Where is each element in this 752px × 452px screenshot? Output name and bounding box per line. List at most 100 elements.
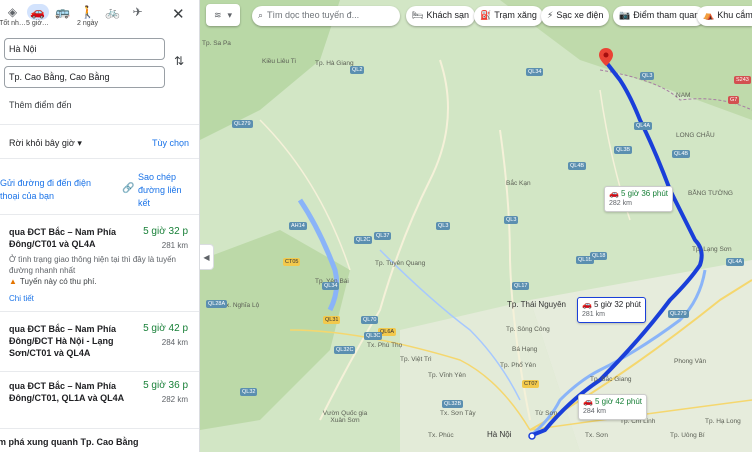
place-label: Tx. Sơn — [585, 432, 609, 439]
mode-bicycle[interactable]: 🚲 — [100, 4, 125, 29]
link-icon: 🔗 — [122, 183, 135, 194]
swap-icon[interactable]: ⇅ — [174, 54, 184, 68]
options-button[interactable]: Tùy chọn — [152, 138, 189, 148]
chip-attractions[interactable]: 📷 Điểm tham quan — [613, 6, 706, 26]
chip-hotels[interactable]: 🛏 Khách sạn — [406, 6, 475, 26]
search-along-route-input[interactable]: ⌕ Tìm dọc theo tuyến đ... — [252, 6, 400, 26]
road-shield: QL31 — [323, 316, 341, 324]
road-shield: CT05 — [283, 258, 301, 266]
chip-ev[interactable]: ⚡ Sạc xe điện — [541, 6, 610, 26]
road-shield: QL4B — [568, 162, 587, 170]
road-shield: QL3B — [614, 146, 633, 154]
route-distance: 284 km — [161, 338, 188, 347]
route-option-2[interactable]: qua ĐCT Bắc – Nam Phía Đông/ĐCT Hà Nội -… — [0, 323, 199, 367]
mode-plane[interactable]: ✈ — [125, 4, 150, 29]
place-label: Tx. Sơn Tây — [440, 410, 476, 417]
add-destination-button[interactable]: Thêm điểm đến — [9, 100, 72, 110]
app-root: ◈ Tốt nh… 🚗 5 giờ… 🚌 🚶 2 ngày 🚲 ✈ ✕ Hà N… — [0, 0, 752, 452]
route-box-alt-1[interactable]: 🚗 5 giờ 36 phút 282 km — [604, 186, 674, 212]
road-shield: AH14 — [289, 222, 307, 230]
place-label: Tp. Tuyên Quang — [375, 260, 426, 267]
layers-icon: ≋ — [213, 9, 222, 20]
diamond-directions-icon: ◈ — [7, 5, 18, 19]
chip-label: Trạm xăng — [494, 10, 537, 20]
route-time: 5 giờ 32 p — [143, 226, 188, 237]
road-shield: QL4A — [726, 258, 745, 266]
origin-input[interactable]: Hà Nội — [4, 38, 165, 60]
place-label: BẰNG TƯỜNG — [688, 190, 733, 197]
route-box-time: 5 giờ 36 phút — [620, 189, 669, 198]
chip-gas[interactable]: ⛽ Trạm xăng — [474, 6, 543, 26]
chevron-left-icon: ◀ — [203, 252, 210, 262]
car-icon: 🚗 — [609, 189, 619, 198]
destination-input[interactable]: Tp. Cao Bằng, Cao Bằng — [4, 66, 165, 88]
place-label: Tp. Việt Trì — [400, 356, 432, 363]
place-label: Tp. Hà Giang — [315, 60, 354, 67]
place-label: Tp. Sông Công — [506, 326, 550, 333]
road-shield: QL70 — [361, 316, 379, 324]
toll-notice: ▲ Tuyến này có thu phí. — [9, 277, 97, 286]
route-name: qua ĐCT Bắc – Nam Phía Đông/ĐCT Hà Nội -… — [9, 324, 117, 358]
ev-charger-icon: ⚡ — [547, 10, 554, 20]
route-time: 5 giờ 36 p — [143, 380, 188, 391]
route-box-distance: 282 km — [609, 200, 632, 207]
road-shield: QL17 — [512, 282, 530, 290]
road-shield: QL34 — [322, 282, 340, 290]
route-box-distance: 284 km — [583, 408, 606, 415]
send-to-phone-link[interactable]: Gửi đường đi đến điện thoại của bạn — [0, 177, 100, 203]
route-box-time: 5 giờ 42 phút — [594, 397, 643, 406]
bicycle-icon: 🚲 — [105, 5, 120, 19]
road-shield: QL3 — [436, 222, 451, 230]
mode-walk[interactable]: 🚶 2 ngày — [75, 4, 100, 29]
road-shield: QL28A — [206, 300, 228, 308]
place-label: Hà Nội — [487, 430, 512, 439]
place-label: Phong Vân — [674, 358, 707, 365]
depart-time-dropdown[interactable]: Rời khỏi bây giờ ▾ — [9, 138, 82, 149]
place-label: Bá Hạng — [512, 346, 538, 353]
tent-icon: ⛺ — [703, 10, 715, 20]
place-label: Tp. Hạ Long — [705, 418, 741, 425]
place-label: Tx. Phúc — [428, 432, 454, 439]
divider — [0, 214, 199, 215]
car-icon: 🚗 — [26, 4, 49, 20]
place-label: Tp. Uông Bí — [670, 432, 705, 439]
place-label: Tx. Phú Thọ — [367, 342, 403, 349]
road-shield: QL4A — [634, 122, 653, 130]
road-shield: QL4B — [672, 150, 691, 158]
mode-car[interactable]: 🚗 5 giờ… — [25, 4, 50, 29]
layers-button[interactable]: ≋ ▾ — [206, 4, 240, 26]
mode-bus[interactable]: 🚌 — [50, 4, 75, 29]
close-icon[interactable]: ✕ — [172, 5, 185, 23]
road-shield: G7 — [728, 96, 740, 104]
road-shield: QL34 — [526, 68, 544, 76]
chip-camping[interactable]: ⛺ Khu cắm — [697, 6, 752, 26]
chip-label: Sạc xe điện — [556, 10, 604, 20]
place-label: Vườn Quốc gia Xuân Sơn — [322, 410, 368, 424]
route-option-3[interactable]: qua ĐCT Bắc – Nam Phía Đông/CT01, QL1A v… — [0, 380, 199, 416]
route-box-main[interactable]: 🚗 5 giờ 32 phút 281 km — [577, 297, 647, 323]
mode-label: Tốt nh… — [0, 20, 26, 27]
route-box-alt-2[interactable]: 🚗 5 giờ 42 phút 284 km — [578, 394, 648, 420]
destination-pin-icon[interactable] — [599, 48, 613, 66]
route-option-1[interactable]: qua ĐCT Bắc – Nam Phía Đông/CT01 và QL4A… — [0, 226, 199, 310]
copy-link-button[interactable]: Sao chép đường liên kết — [138, 171, 188, 210]
bed-icon: 🛏 — [412, 10, 424, 20]
place-label: Tp. Lạng Sơn — [692, 246, 732, 253]
collapse-panel-button[interactable]: ◀ — [200, 244, 214, 270]
map-graphic — [200, 0, 752, 452]
search-icon: ⌕ — [258, 10, 264, 20]
route-box-distance: 281 km — [582, 311, 605, 318]
road-shield: QL3 — [504, 216, 519, 224]
mode-best[interactable]: ◈ Tốt nh… — [0, 4, 26, 29]
divider — [0, 124, 199, 125]
place-label: Tp. Vĩnh Yên — [428, 372, 466, 379]
route-name: qua ĐCT Bắc – Nam Phía Đông/CT01 và QL4A — [9, 227, 117, 249]
place-label: Tp. Sa Pa — [202, 40, 231, 47]
fuel-icon: ⛽ — [480, 10, 492, 20]
divider — [0, 158, 199, 159]
search-placeholder: Tìm dọc theo tuyến đ... — [267, 10, 360, 20]
travel-mode-bar: ◈ Tốt nh… 🚗 5 giờ… 🚌 🚶 2 ngày 🚲 ✈ — [0, 0, 199, 34]
map-canvas[interactable]: Tp. Hà Giang Kiều Liêu Ti Bắc Kạn Tp. Tu… — [200, 0, 752, 452]
depart-label: Rời khỏi bây giờ — [9, 138, 75, 148]
route-details-link[interactable]: Chi tiết — [9, 294, 34, 303]
